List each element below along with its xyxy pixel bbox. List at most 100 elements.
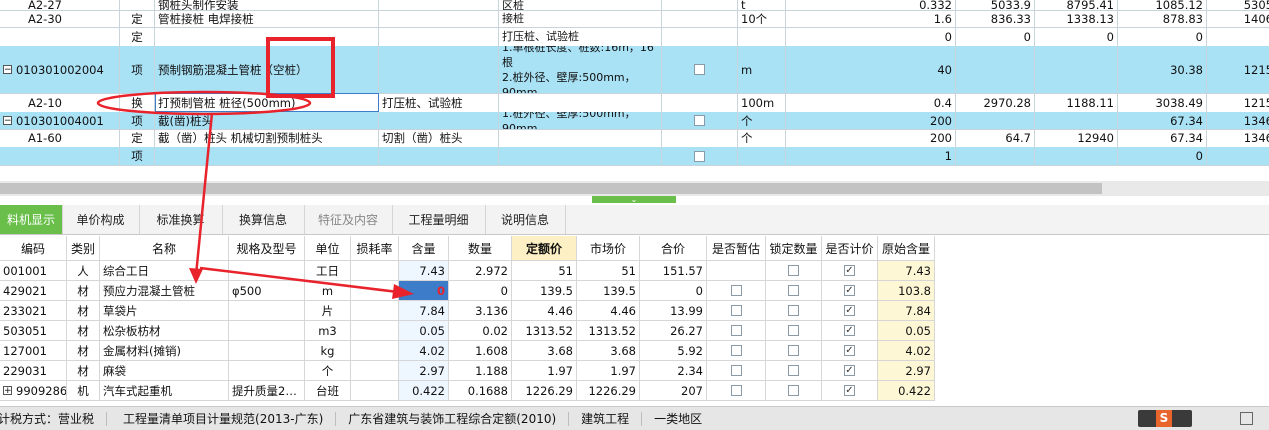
material-row[interactable]: 229031材麻袋个2.971.1881.971.972.342.97	[0, 361, 935, 381]
cell-market: 1313.52	[577, 321, 640, 340]
panel-splitter-handle[interactable]: ⌄	[592, 196, 676, 204]
cell-p2	[1035, 46, 1118, 93]
cell-orig: 0.422	[878, 381, 935, 400]
cell-market: 1.97	[577, 361, 640, 380]
cell-qty: 40	[786, 46, 956, 93]
material-row[interactable]: +9909286 机汽车式起重机 提升质量2… 台班 0.422 0.1688 1226.2…	[0, 381, 935, 401]
checkbox[interactable]	[844, 365, 855, 376]
column-header[interactable]: 名称	[100, 236, 229, 260]
material-row[interactable]: 001001人综合工日工日7.432.9725151151.577.43	[0, 261, 935, 281]
cell-qty: 0.1688	[449, 381, 512, 400]
scroll-thumb[interactable]	[0, 183, 1102, 194]
checkbox[interactable]	[844, 325, 855, 336]
material-row[interactable]: 233021材草袋片片7.843.1364.464.4613.997.84	[0, 301, 935, 321]
checkbox[interactable]	[730, 325, 742, 336]
column-header[interactable]: 是否计价	[822, 236, 878, 260]
tab-quantity-detail[interactable]: 工程量明细	[392, 205, 486, 234]
material-row[interactable]: 503051 材松杂板枋材 m3 0.05 0.02 1313.52 1313.52 26.2…	[0, 321, 935, 341]
cell-unit: t	[738, 0, 786, 10]
cell-type: 定	[120, 129, 155, 147]
checkbox[interactable]	[844, 265, 855, 276]
checkbox[interactable]	[730, 285, 742, 296]
column-header[interactable]: 含量	[399, 236, 449, 260]
checkbox[interactable]	[730, 345, 742, 356]
cell-market: 1226.29	[577, 381, 640, 400]
upper-row[interactable]: A2-10 换打预制管桩 桩径(500mm) 打压桩、试验桩 100m 0.4 2970.…	[0, 93, 1269, 113]
collapse-icon[interactable]: −	[3, 116, 12, 126]
cell-item	[499, 147, 662, 165]
checkbox[interactable]	[788, 265, 799, 276]
cell-feature: 打压桩、试验桩	[379, 93, 499, 112]
checkbox[interactable]	[730, 305, 742, 316]
checkbox[interactable]	[730, 365, 742, 376]
cell-qty: 0.332	[786, 0, 956, 10]
checkbox[interactable]	[730, 385, 742, 396]
column-header[interactable]: 数量	[449, 236, 512, 260]
cell-lock	[766, 341, 822, 360]
cell-unit: 个	[305, 361, 351, 380]
column-header[interactable]: 单位	[305, 236, 351, 260]
checkbox[interactable]	[788, 285, 799, 296]
tab-standard-conversion[interactable]: 标准换算	[139, 205, 223, 234]
checkbox[interactable]	[788, 325, 799, 336]
cell-p2: 12940	[1035, 129, 1118, 147]
checkbox[interactable]	[788, 305, 799, 316]
cell-spec	[229, 341, 305, 360]
tab-unit-price[interactable]: 单价构成	[62, 205, 140, 234]
cell-name: 汽车式起重机	[100, 381, 229, 400]
column-header[interactable]: 规格及型号	[229, 236, 305, 260]
checkbox[interactable]	[788, 365, 799, 376]
sogou-icon: S	[1156, 410, 1172, 427]
checkbox[interactable]	[788, 385, 799, 396]
upper-row[interactable]: −010301004001 项截(凿)桩头 1.桩外径、壁厚:500mm，90mm 个…	[0, 112, 1269, 130]
material-row[interactable]: 429021材预应力混凝土管桩φ500m00139.5139.50103.8	[0, 281, 935, 301]
cell-p1	[956, 147, 1035, 165]
cell-p2: 8795.41	[1035, 0, 1118, 10]
cell-orig: 103.8	[878, 281, 935, 300]
cell-code: 229031	[0, 361, 67, 380]
cell-quota: 139.5	[512, 281, 577, 300]
tab-conversion-info[interactable]: 换算信息	[222, 205, 305, 234]
tab-material-display[interactable]: 料机显示	[0, 205, 63, 234]
upper-row[interactable]: 定打压桩、试验桩 0 0 0 0	[0, 27, 1269, 47]
checkbox[interactable]	[694, 64, 705, 75]
checkbox[interactable]	[844, 285, 855, 296]
expand-icon[interactable]: +	[3, 386, 12, 396]
checkbox[interactable]	[694, 115, 705, 126]
cell-p4: 5305	[1207, 0, 1269, 10]
column-header[interactable]: 市场价	[577, 236, 640, 260]
upper-row[interactable]: A2-30 定管桩接桩 电焊接桩 接桩 10个 1.6 836.33 1338.13 878.…	[0, 10, 1269, 28]
upper-row[interactable]: −010301002004 项预制钢筋混凝土管桩（空桩） 1.单根桩长度、桩数:16…	[0, 46, 1269, 94]
column-header[interactable]: 锁定数量	[766, 236, 822, 260]
column-header[interactable]: 编码	[0, 236, 67, 260]
cell-orig: 7.43	[878, 261, 935, 280]
ime-indicator[interactable]: S	[1138, 410, 1192, 427]
column-header[interactable]: 原始含量	[878, 236, 935, 260]
checkbox[interactable]	[844, 305, 855, 316]
cell-price	[822, 261, 878, 280]
cell-spec	[229, 361, 305, 380]
column-header[interactable]: 类别	[67, 236, 100, 260]
column-header[interactable]: 是否暂估	[707, 236, 766, 260]
cell-qty: 1.188	[449, 361, 512, 380]
column-header[interactable]: 定额价	[512, 236, 577, 260]
tab-features[interactable]: 特征及内容	[304, 205, 393, 234]
restore-icon[interactable]	[1240, 412, 1253, 425]
collapse-icon[interactable]: −	[3, 65, 12, 75]
cell-loss	[351, 301, 399, 320]
column-header[interactable]: 合价	[640, 236, 707, 260]
cell-type: 材	[67, 301, 100, 320]
checkbox[interactable]	[844, 385, 855, 396]
horizontal-scrollbar[interactable]	[0, 181, 1269, 196]
cell-name: 松杂板枋材	[100, 321, 229, 340]
material-row[interactable]: 127001材金属材料(摊销)kg4.021.6083.683.685.924.…	[0, 341, 935, 361]
tab-notes[interactable]: 说明信息	[485, 205, 566, 234]
cell-p3: 30.38	[1118, 46, 1207, 93]
cell-loss	[351, 321, 399, 340]
upper-row[interactable]: A1-60 定截（凿）桩头 机械切割预制桩头 切割（凿）桩头 个 200 64.7 1294…	[0, 129, 1269, 148]
checkbox[interactable]	[844, 345, 855, 356]
checkbox[interactable]	[694, 150, 705, 162]
checkbox[interactable]	[788, 345, 799, 356]
upper-row[interactable]: 项 1 0	[0, 147, 1269, 166]
column-header[interactable]: 损耗率	[351, 236, 399, 260]
